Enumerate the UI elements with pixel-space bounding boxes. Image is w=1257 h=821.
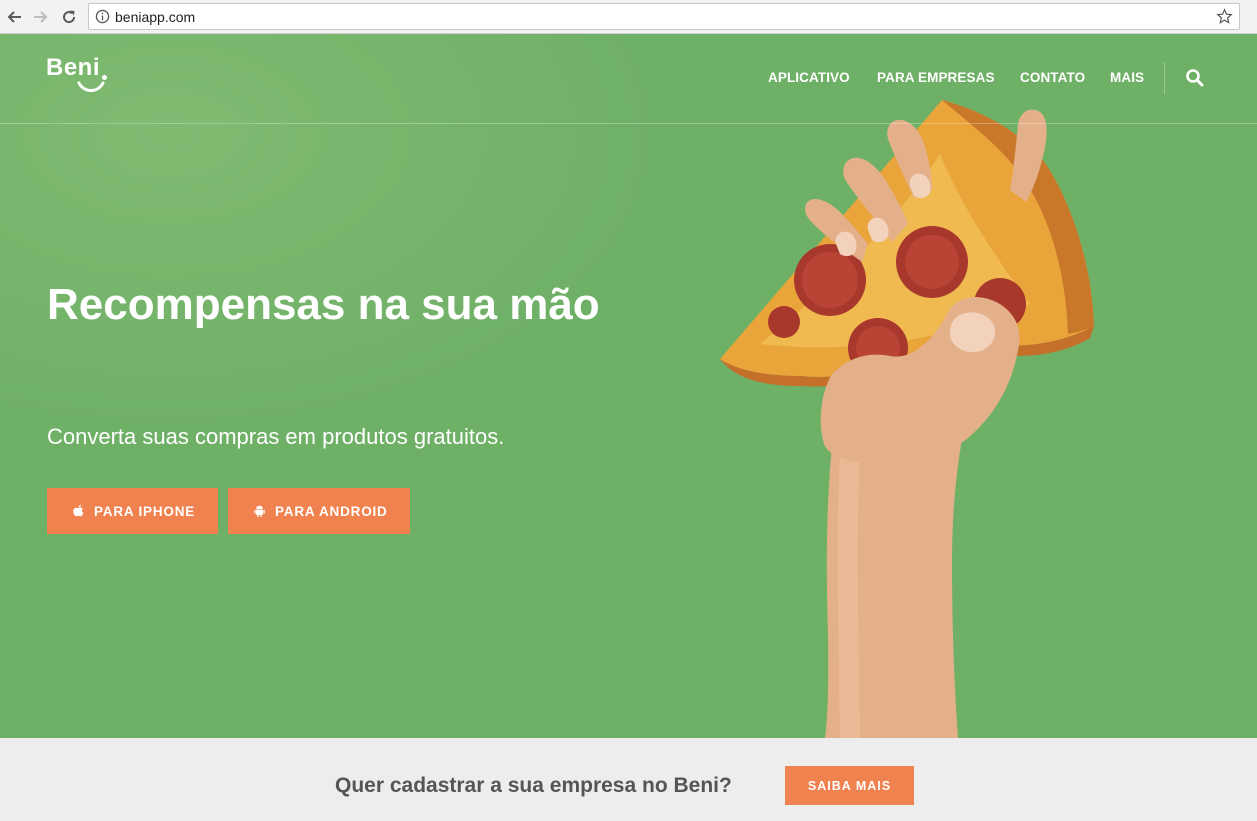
hero-section: Beni APLICATIVO PARA EMPRESAS CONTATO MA… [0,34,1257,738]
apple-icon [73,504,84,517]
nav-para-empresas[interactable]: PARA EMPRESAS [877,70,995,85]
iphone-button-label: PARA IPHONE [94,503,196,519]
hand-pizza-image [720,100,1094,738]
android-button-label: PARA ANDROID [275,503,388,519]
forward-button[interactable] [30,6,52,28]
info-icon[interactable] [95,9,110,24]
nav-contato[interactable]: CONTATO [1020,70,1085,85]
url-text[interactable]: beniapp.com [115,9,195,25]
back-arrow-icon [7,11,21,23]
nav-aplicativo[interactable]: APLICATIVO [768,70,850,85]
star-icon[interactable] [1216,8,1233,25]
address-bar[interactable]: beniapp.com [88,3,1240,30]
business-cta-text: Quer cadastrar a sua empresa no Beni? [335,774,732,797]
reload-button[interactable] [58,6,80,28]
iphone-download-button[interactable]: PARA IPHONE [47,488,218,534]
business-cta-band: Quer cadastrar a sua empresa no Beni? SA… [0,738,1257,821]
saiba-mais-button[interactable]: SAIBA MAIS [785,766,914,805]
search-icon[interactable] [1185,68,1205,88]
browser-toolbar: beniapp.com [0,0,1257,34]
back-button[interactable] [3,6,25,28]
header-divider [0,123,1257,124]
android-download-button[interactable]: PARA ANDROID [228,488,410,534]
nav-mais[interactable]: MAIS [1110,70,1144,85]
reload-icon [63,10,76,24]
main-navigation: APLICATIVO PARA EMPRESAS CONTATO MAIS [0,70,1257,90]
hero-title: Recompensas na sua mão [47,280,600,329]
nav-divider [1164,62,1165,94]
hero-subtitle: Converta suas compras em produtos gratui… [47,424,505,449]
android-icon [254,505,265,518]
forward-arrow-icon [34,11,48,23]
